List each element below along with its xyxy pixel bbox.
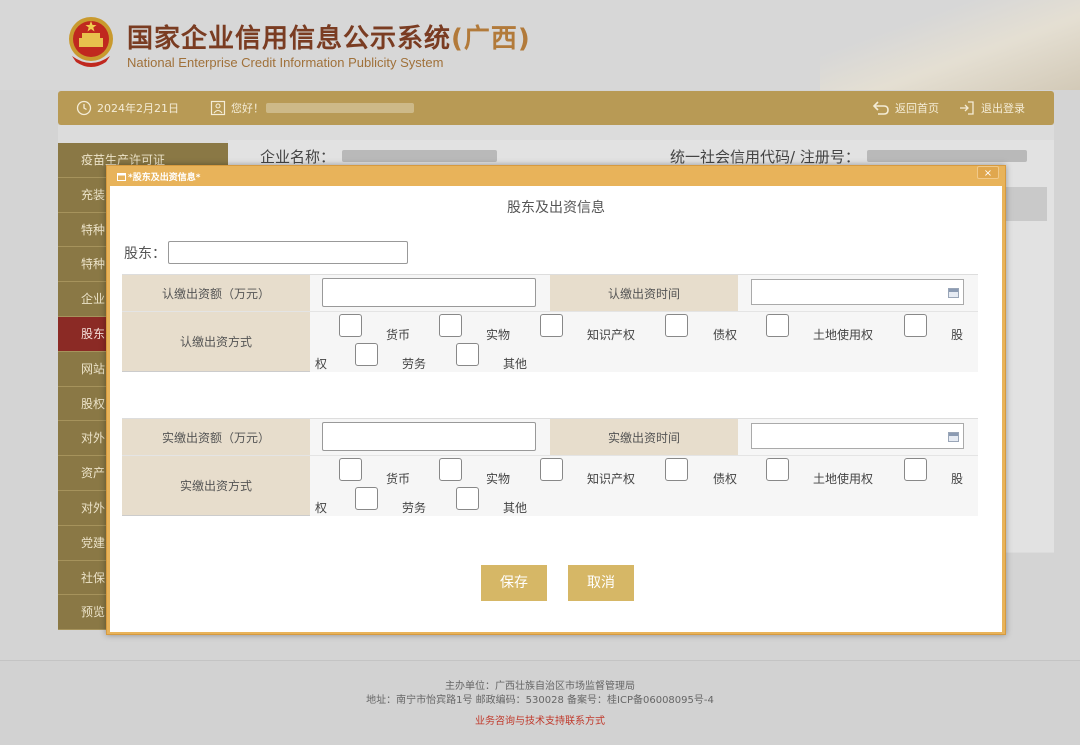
checkbox-physical[interactable]	[439, 314, 462, 337]
shareholder-label: 股东：	[124, 246, 166, 262]
checkbox-labor[interactable]	[355, 343, 378, 366]
checkbox-other[interactable]	[456, 487, 479, 510]
top-bar: 2024年2月21日 您好！ 返回首页 退出登录	[58, 91, 1054, 125]
return-arrow-icon	[872, 101, 889, 115]
subscribed-time-input[interactable]	[751, 279, 964, 305]
header-decoration	[820, 0, 1080, 90]
shareholder-dialog: *股东及出资信息* × 股东及出资信息 股东： 认缴出资额（万元） 认缴出资时间…	[106, 165, 1006, 635]
checkbox-equity[interactable]	[904, 458, 927, 481]
dialog-close-button[interactable]: ×	[977, 166, 999, 179]
subscribed-time-label: 认缴出资时间	[550, 275, 738, 311]
paid-method-label: 实缴出资方式	[122, 456, 310, 515]
logout-link[interactable]: 退出登录	[958, 100, 1025, 116]
site-header: 国家企业信用信息公示系统(广西) National Enterprise Cre…	[0, 0, 1080, 90]
national-emblem-icon	[69, 17, 113, 67]
calendar-icon[interactable]	[948, 288, 959, 298]
home-link[interactable]: 返回首页	[872, 100, 939, 116]
date-display: 2024年2月21日	[76, 100, 179, 116]
checkbox-currency[interactable]	[339, 314, 362, 337]
paid-contribution-block: 实缴出资额（万元） 实缴出资时间 实缴出资方式 货币 实物 知识产权 债权 土地…	[122, 418, 978, 516]
cancel-button[interactable]: 取消	[568, 565, 634, 601]
save-button[interactable]: 保存	[481, 565, 547, 601]
company-name-row: 企业名称：	[260, 146, 497, 167]
checkbox-physical[interactable]	[439, 458, 462, 481]
panel-strip	[1005, 187, 1047, 221]
subscribed-method-options: 货币 实物 知识产权 债权 土地使用权 股 权 劳务 其他	[310, 312, 978, 372]
redacted-username	[266, 103, 414, 113]
checkbox-labor[interactable]	[355, 487, 378, 510]
footer-support-link[interactable]: 业务咨询与技术支持联系方式	[0, 712, 1080, 727]
site-footer: 主办单位：广西壮族自治区市场监督管理局 地址：南宁市怡宾路1号 邮政编码：530…	[0, 660, 1080, 745]
calendar-icon[interactable]	[948, 432, 959, 442]
checkbox-other[interactable]	[456, 343, 479, 366]
paid-time-label: 实缴出资时间	[550, 419, 738, 455]
footer-address: 地址：南宁市怡宾路1号 邮政编码：530028 备案号：桂ICP备0600809…	[366, 695, 714, 706]
paid-time-input[interactable]	[751, 423, 964, 449]
subscribed-amount-label: 认缴出资额（万元）	[122, 275, 310, 311]
window-icon	[117, 172, 126, 181]
section-title: 股东及出资信息	[507, 200, 605, 216]
shareholder-input[interactable]	[168, 241, 408, 264]
clock-icon	[76, 100, 92, 116]
footer-host: 主办单位：广西壮族自治区市场监督管理局	[445, 681, 635, 692]
paid-amount-label: 实缴出资额（万元）	[122, 419, 310, 455]
site-title: 国家企业信用信息公示系统(广西)	[127, 24, 531, 54]
subscribed-amount-input[interactable]	[322, 278, 536, 307]
checkbox-equity[interactable]	[904, 314, 927, 337]
redacted-company-name	[341, 150, 497, 162]
checkbox-creditor[interactable]	[665, 314, 688, 337]
checkbox-currency[interactable]	[339, 458, 362, 481]
dialog-title: *股东及出资信息*	[117, 170, 200, 183]
logout-icon	[960, 101, 974, 115]
subscribed-method-label: 认缴出资方式	[122, 312, 310, 371]
site-title-english: National Enterprise Credit Information P…	[127, 55, 444, 70]
subscribed-contribution-block: 认缴出资额（万元） 认缴出资时间 认缴出资方式 货币 实物 知识产权 债权 土地…	[122, 274, 978, 372]
checkbox-land-use[interactable]	[766, 314, 789, 337]
checkbox-ip[interactable]	[540, 314, 563, 337]
paid-amount-input[interactable]	[322, 422, 536, 451]
user-badge-icon	[210, 100, 226, 116]
redacted-credit-code	[866, 150, 1027, 162]
checkbox-land-use[interactable]	[766, 458, 789, 481]
checkbox-ip[interactable]	[540, 458, 563, 481]
dialog-body: 股东及出资信息 股东： 认缴出资额（万元） 认缴出资时间 认缴出资方式 货币 实…	[110, 186, 1002, 632]
credit-code-row: 统一社会信用代码/ 注册号：	[670, 146, 1027, 167]
paid-method-options: 货币 实物 知识产权 债权 土地使用权 股 权 劳务 其他	[310, 456, 978, 516]
checkbox-creditor[interactable]	[665, 458, 688, 481]
user-greeting: 您好！	[210, 100, 414, 116]
